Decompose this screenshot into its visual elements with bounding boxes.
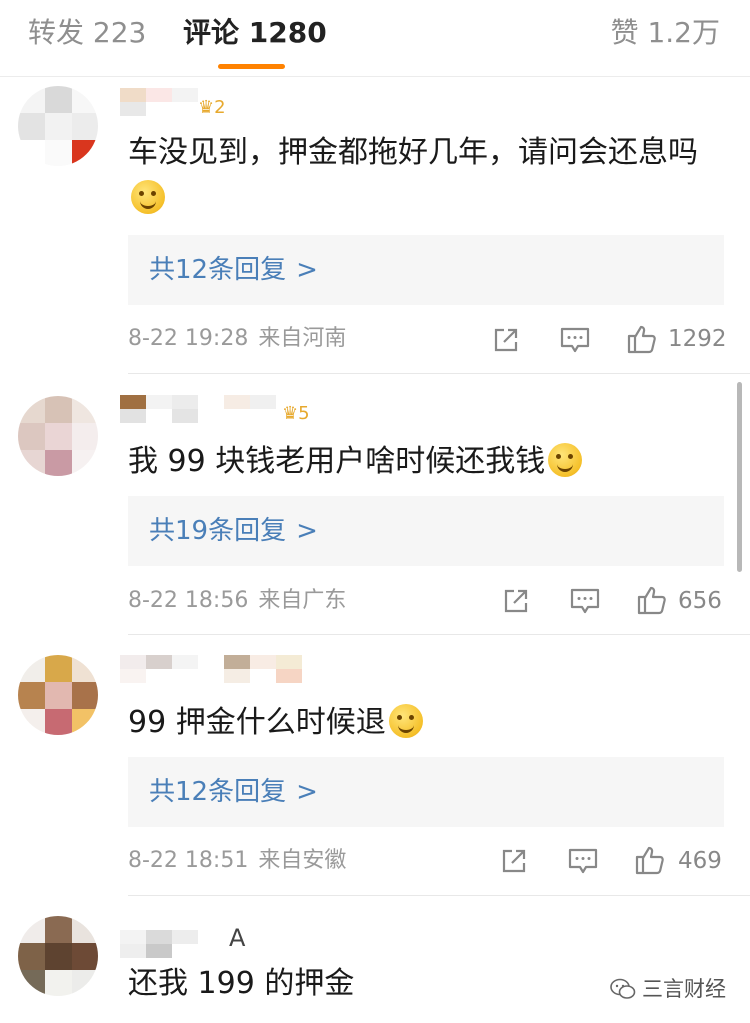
comment-text-body: 99 押金什么时候退 bbox=[128, 705, 386, 740]
comment-icon[interactable] bbox=[570, 587, 600, 615]
reply-box[interactable]: 共12条回复 > bbox=[128, 757, 724, 827]
username-fragment: A bbox=[229, 924, 246, 952]
reply-box[interactable]: 共12条回复 > bbox=[128, 235, 724, 305]
comment-text-body: 还我 199 的押金 bbox=[128, 966, 355, 1001]
location: 来自广东 bbox=[258, 588, 347, 613]
comment-item: ♛2 车没见到，押金都拖好几年，请问会还息吗 共12条回复 > 8-22 19:2… bbox=[0, 86, 750, 374]
username-blurred[interactable] bbox=[120, 930, 224, 960]
location: 来自河南 bbox=[258, 326, 347, 351]
comment-text-body: 车没见到，押金都拖好几年，请问会还息吗 bbox=[128, 135, 698, 170]
badge-level: 5 bbox=[298, 403, 310, 424]
comment-text: 我 99 块钱老用户啥时候还我钱 bbox=[128, 439, 728, 485]
thumbs-up-icon[interactable] bbox=[634, 844, 666, 876]
reply-count-label: 共12条回复 bbox=[149, 777, 287, 807]
share-icon[interactable] bbox=[502, 587, 530, 615]
location: 来自安徽 bbox=[258, 848, 347, 873]
username-blurred[interactable] bbox=[120, 395, 285, 425]
chevron-right-icon: > bbox=[296, 516, 318, 546]
reply-box[interactable]: 共19条回复 > bbox=[128, 496, 724, 566]
tab-comment[interactable]: 评论 1280 bbox=[183, 14, 327, 52]
chevron-right-icon: > bbox=[296, 777, 318, 807]
share-icon[interactable] bbox=[492, 326, 520, 354]
comment-text: 99 押金什么时候退 bbox=[128, 700, 728, 746]
active-tab-indicator bbox=[218, 64, 285, 69]
timestamp: 8-22 19:28 bbox=[128, 326, 249, 351]
member-badge-icon: ♛2 bbox=[198, 97, 226, 118]
badge-level: 2 bbox=[214, 97, 226, 118]
view-replies-link[interactable]: 共12条回复 > bbox=[149, 773, 318, 811]
comment-meta: 8-22 18:56 来自广东 bbox=[128, 586, 346, 616]
tab-like[interactable]: 赞 1.2万 bbox=[611, 14, 720, 52]
tab-repost[interactable]: 转发 223 bbox=[28, 14, 146, 52]
comment-meta: 8-22 18:51 来自安徽 bbox=[128, 846, 346, 876]
scrollbar[interactable] bbox=[737, 382, 742, 572]
emoji-icon bbox=[548, 443, 583, 477]
comment-meta: 8-22 19:28 来自河南 bbox=[128, 324, 346, 354]
reply-count-label: 共12条回复 bbox=[149, 255, 287, 285]
timestamp: 8-22 18:51 bbox=[128, 848, 249, 873]
watermark: 三言财经 bbox=[610, 975, 726, 1007]
member-badge-icon: ♛5 bbox=[282, 403, 310, 424]
avatar[interactable] bbox=[18, 86, 98, 166]
watermark-text: 三言财经 bbox=[642, 977, 726, 1001]
comment-item: ♛5 我 99 块钱老用户啥时候还我钱 共19条回复 > 8-22 18:56 来自… bbox=[0, 374, 750, 635]
timestamp: 8-22 18:56 bbox=[128, 588, 249, 613]
avatar[interactable] bbox=[18, 655, 98, 735]
share-icon[interactable] bbox=[500, 847, 528, 875]
comment-icon[interactable] bbox=[568, 847, 598, 875]
chevron-right-icon: > bbox=[296, 255, 318, 285]
comment-text: 车没见到，押金都拖好几年，请问会还息吗 bbox=[128, 130, 728, 222]
like-count: 656 bbox=[678, 588, 722, 614]
reply-count-label: 共19条回复 bbox=[149, 516, 287, 546]
emoji-icon bbox=[388, 704, 423, 738]
comment-icon[interactable] bbox=[560, 326, 590, 354]
avatar[interactable] bbox=[18, 396, 98, 476]
wechat-icon bbox=[610, 978, 636, 1007]
view-replies-link[interactable]: 共19条回复 > bbox=[149, 512, 318, 550]
emoji-icon bbox=[131, 180, 165, 214]
comment-item: 99 押金什么时候退 共12条回复 > 8-22 18:51 来自安徽 469 bbox=[0, 635, 750, 896]
avatar[interactable] bbox=[18, 916, 98, 996]
view-replies-link[interactable]: 共12条回复 > bbox=[149, 251, 318, 289]
username-blurred[interactable] bbox=[120, 88, 200, 118]
comment-tabs: 转发 223 评论 1280 赞 1.2万 bbox=[0, 0, 750, 77]
like-count: 1292 bbox=[668, 326, 727, 352]
like-count: 469 bbox=[678, 848, 722, 874]
username-blurred[interactable] bbox=[120, 655, 302, 685]
comment-text-body: 我 99 块钱老用户啥时候还我钱 bbox=[128, 444, 546, 479]
thumbs-up-icon[interactable] bbox=[626, 323, 658, 355]
thumbs-up-icon[interactable] bbox=[636, 584, 668, 616]
